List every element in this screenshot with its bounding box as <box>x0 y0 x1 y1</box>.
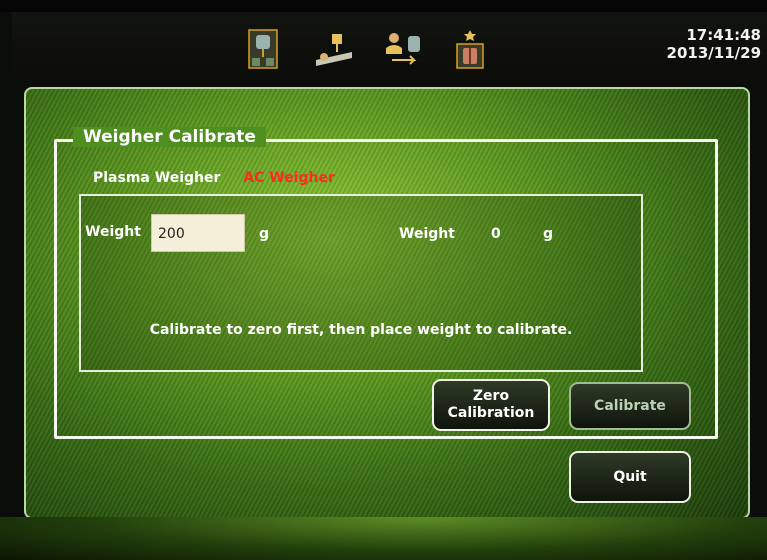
zero-calibration-button[interactable]: Zero Calibration <box>432 379 550 431</box>
weigher-tabs: Plasma Weigher AC Weigher <box>93 170 353 186</box>
zero-button-line2: Calibration <box>447 405 535 421</box>
screen-bezel <box>0 0 767 12</box>
quit-button[interactable]: Quit <box>569 451 691 503</box>
bottom-glow <box>0 517 767 560</box>
weight-input-label: Weight <box>85 224 141 240</box>
main-panel: Weigher Calibrate Plasma Weigher AC Weig… <box>24 87 750 519</box>
weight-reading-unit: g <box>543 226 554 242</box>
weight-input[interactable]: 200 <box>151 214 245 252</box>
instruction-text: Calibrate to zero first, then place weig… <box>149 322 573 338</box>
weight-input-unit: g <box>259 226 270 242</box>
cell-separator-icon[interactable] <box>452 28 488 70</box>
collection-bag-icon[interactable] <box>245 28 281 70</box>
tab-ac-weigher[interactable]: AC Weigher <box>243 170 335 186</box>
time-display: 17:41:48 <box>686 26 761 44</box>
zero-button-line1: Zero <box>472 388 510 404</box>
clock: 17:41:48 2013/11/29 <box>667 26 761 62</box>
tab-plasma-weigher[interactable]: Plasma Weigher <box>93 170 220 186</box>
top-bar: 17:41:48 2013/11/29 <box>12 12 767 87</box>
calibration-panel: Weight 200 g Weight 0 g Calibrate to zer… <box>79 194 643 372</box>
weight-reading-value: 0 <box>491 226 501 242</box>
date-display: 2013/11/29 <box>666 44 761 62</box>
weight-reading-label: Weight <box>399 226 455 242</box>
patient-bed-icon[interactable] <box>312 28 356 70</box>
calibrate-button[interactable]: Calibrate <box>569 382 691 430</box>
group-title: Weigher Calibrate <box>73 127 266 147</box>
transfer-icon[interactable] <box>382 28 426 70</box>
